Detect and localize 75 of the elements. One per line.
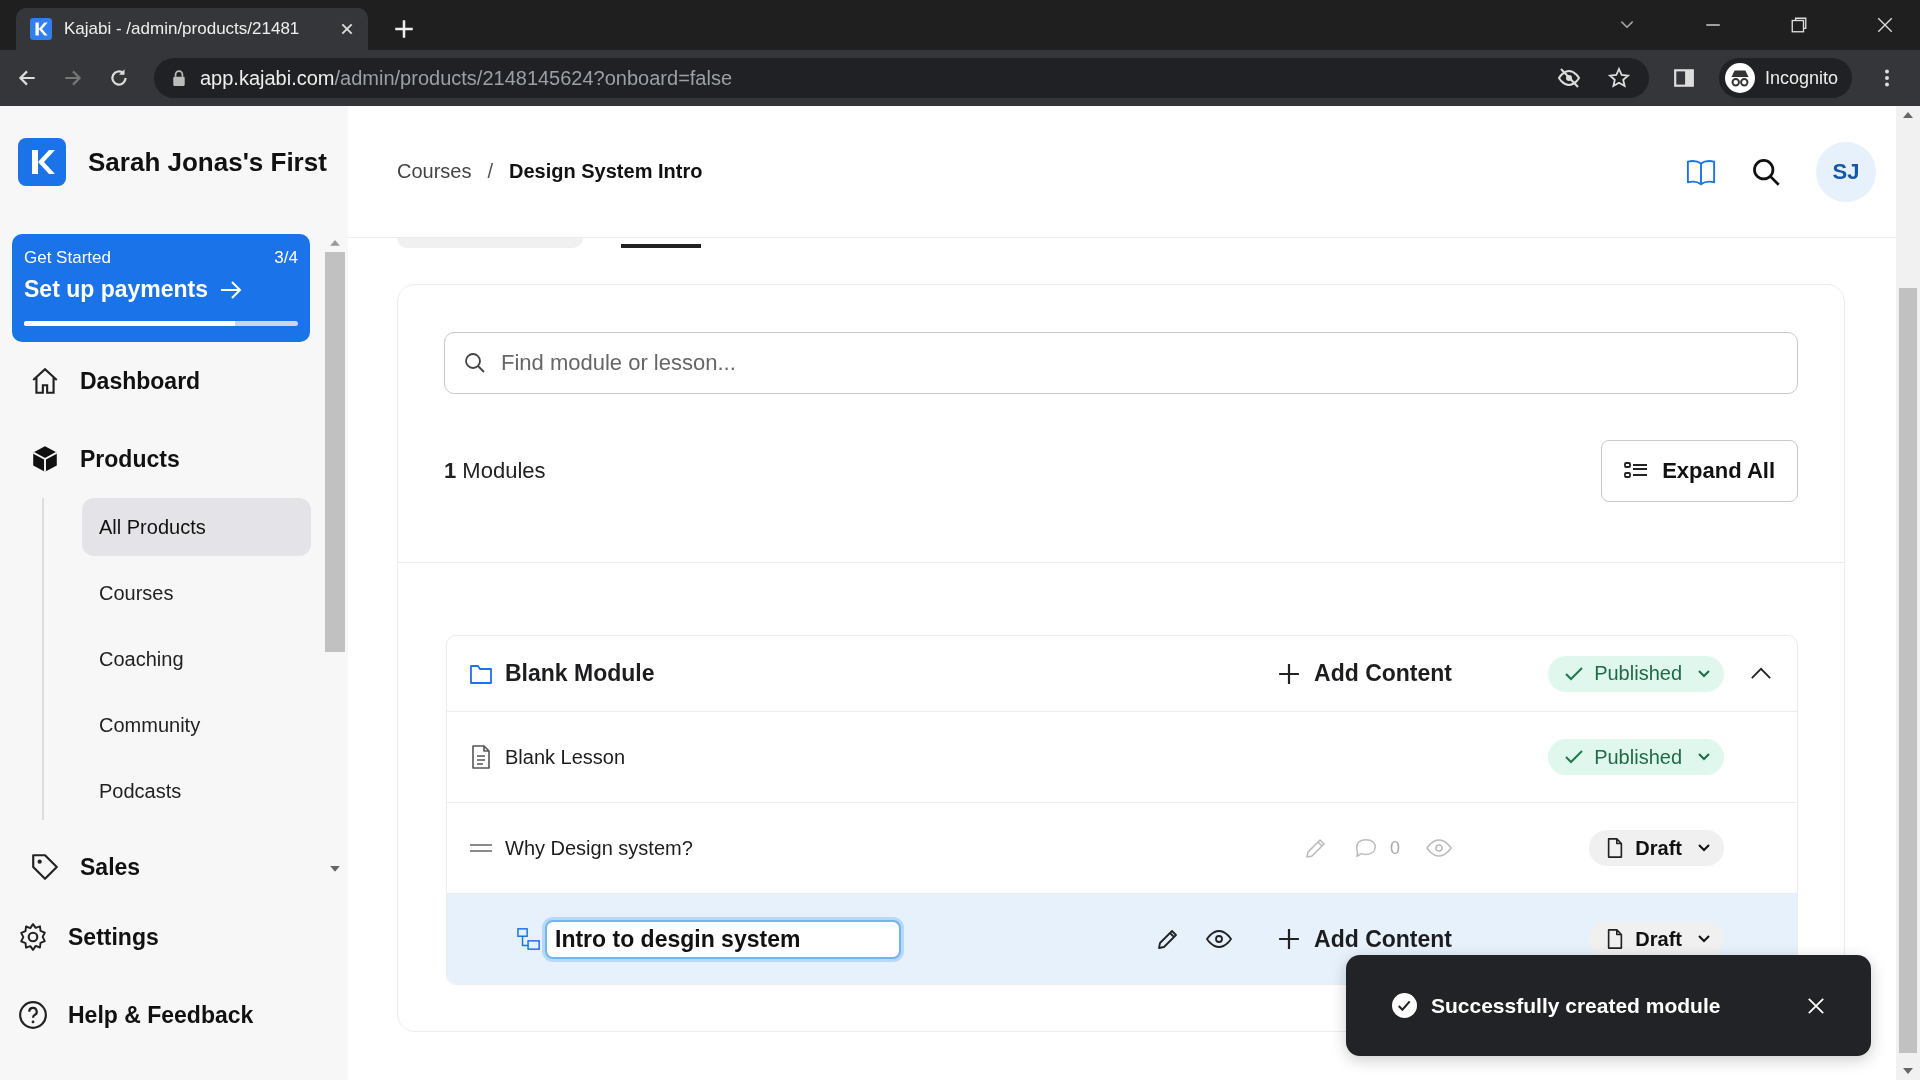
help-icon (18, 1000, 48, 1030)
user-avatar[interactable]: SJ (1816, 141, 1876, 202)
close-icon[interactable] (1876, 16, 1894, 34)
home-icon (30, 366, 60, 396)
scroll-up-arrow-icon[interactable] (1903, 112, 1913, 118)
settings-icon (18, 922, 48, 952)
get-started-card[interactable]: Get Started 3/4 Set up payments (12, 234, 310, 342)
scroll-up-arrow-icon[interactable] (330, 240, 340, 246)
url-host: app.kajabi.com (200, 66, 335, 90)
search-icon[interactable] (1751, 156, 1781, 187)
site-name: Sarah Jonas's First (88, 146, 327, 178)
document-icon (469, 745, 493, 769)
breadcrumb-link[interactable]: Courses (397, 160, 472, 183)
plus-icon (1278, 928, 1301, 950)
module-title[interactable]: Blank Module (505, 660, 655, 687)
incognito-icon (1725, 63, 1755, 93)
caret-icon (1698, 844, 1710, 852)
browser-tab[interactable]: Kajabi - /admin/products/21481 (16, 8, 368, 50)
lock-icon (172, 70, 186, 86)
address-bar[interactable]: app.kajabi.com/admin/products/2148145624?onboard=false (154, 58, 1649, 98)
caret-icon (1698, 935, 1710, 943)
scroll-down-arrow-icon[interactable] (330, 866, 340, 872)
status-dropdown[interactable]: Draft (1589, 921, 1724, 957)
breadcrumb-separator: / (487, 160, 494, 183)
chevron-up-icon[interactable] (1749, 667, 1772, 680)
tab-title: Kajabi - /admin/products/21481 (64, 19, 301, 39)
kajabi-logo-icon[interactable] (18, 138, 66, 186)
lesson-title: Why Design system? (505, 836, 693, 860)
reload-icon[interactable] (108, 67, 130, 89)
eye-slash-icon[interactable] (1557, 66, 1581, 90)
close-icon[interactable] (340, 22, 354, 36)
get-started-label: Get Started (24, 248, 111, 268)
lesson-title: Blank Lesson (505, 745, 626, 769)
expand-all-button[interactable]: Expand All (1601, 440, 1798, 502)
toast-message: Successfully created module (1431, 993, 1721, 1018)
new-tab-icon[interactable] (394, 19, 414, 39)
comment-count: 0 (1390, 837, 1400, 859)
star-icon[interactable] (1607, 66, 1631, 90)
add-content-button[interactable]: Add Content (1278, 660, 1452, 687)
lesson-row[interactable]: Blank Lesson Published (447, 711, 1797, 802)
add-content-button[interactable]: Add Content (1278, 925, 1452, 953)
status-dropdown[interactable]: Draft (1589, 830, 1724, 866)
get-started-title: Set up payments (24, 276, 209, 303)
check-circle-icon (1392, 993, 1417, 1018)
caret-icon (1698, 669, 1710, 678)
url-path: /admin/products/2148145624?onboard=false (334, 66, 733, 90)
search-field[interactable]: Find module or lesson... (444, 332, 1798, 394)
search-icon (464, 352, 486, 374)
tag-icon (30, 852, 60, 882)
nav-item[interactable]: Products (12, 420, 325, 498)
nav-item[interactable]: Dashboard (12, 342, 325, 420)
restore-icon[interactable] (1790, 16, 1808, 34)
side-panel-icon[interactable] (1673, 67, 1695, 89)
kajabi-logo-icon (30, 18, 52, 40)
profile-button[interactable]: Incognito (1719, 58, 1853, 98)
nav-item[interactable]: Help & Feedback (0, 976, 348, 1054)
eye-icon[interactable] (1206, 930, 1233, 948)
scrollbar[interactable] (1896, 106, 1920, 1080)
sub-nav-item[interactable]: All Products (82, 498, 311, 556)
list-icon (1624, 462, 1649, 480)
submodule-icon (517, 927, 541, 951)
progress-count: 3/4 (274, 248, 298, 268)
sub-nav-item[interactable]: Coaching (82, 630, 311, 688)
scroll-down-arrow-icon[interactable] (1903, 1068, 1913, 1074)
status-dropdown[interactable]: Published (1548, 655, 1724, 692)
box-icon (30, 444, 60, 474)
modules-count: 1 Modules (444, 458, 546, 484)
plus-icon (1278, 662, 1301, 685)
arrow-right-icon (220, 280, 243, 299)
sub-nav-item[interactable]: Podcasts (82, 762, 311, 820)
sub-nav-item[interactable]: Community (82, 696, 311, 754)
status-dropdown[interactable]: Published (1548, 739, 1724, 775)
caret-icon (1698, 753, 1710, 761)
sub-nav-item[interactable]: Courses (82, 564, 311, 622)
title-input[interactable]: Intro to desgin system (545, 919, 901, 959)
